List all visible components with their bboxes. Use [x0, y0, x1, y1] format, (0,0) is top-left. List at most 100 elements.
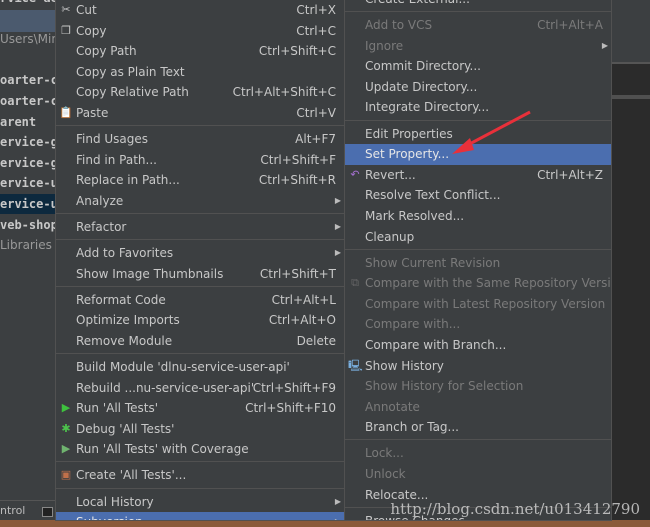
menu-item-find-usages[interactable]: Find Usages Alt+F7: [56, 129, 344, 150]
menu-item-compare-with-branch[interactable]: Compare with Branch...: [345, 335, 611, 356]
menu-item-label: Run 'All Tests': [76, 401, 158, 416]
menu-item-label: Replace in Path...: [76, 173, 180, 188]
menu-item-copy-path[interactable]: Copy Path Ctrl+Shift+C: [56, 41, 344, 62]
tree-node[interactable]: ervice-go: [0, 153, 56, 173]
menu-item-revert[interactable]: ↶ Revert... Ctrl+Alt+Z: [345, 165, 611, 186]
tree-node[interactable]: Libraries: [0, 235, 56, 255]
submenu-arrow-icon: ▶: [334, 496, 341, 506]
menu-item-local-history[interactable]: Local History ▶: [56, 492, 344, 513]
menu-item-create-external[interactable]: Create External...: [345, 0, 611, 10]
tree-node[interactable]: arent: [0, 112, 56, 132]
menu-item-label: Debug 'All Tests': [76, 421, 175, 436]
tree-node[interactable]: rvice-ae: [0, 0, 56, 8]
menu-item-optimize-imports[interactable]: Optimize Imports Ctrl+Alt+O: [56, 310, 344, 331]
menu-item-label: Copy: [76, 23, 107, 38]
menu-item-show-current-revision[interactable]: Show Current Revision: [345, 253, 611, 274]
menu-item-debug-all-tests[interactable]: ✱ Debug 'All Tests': [56, 419, 344, 440]
menu-item-ignore[interactable]: Ignore ▶: [345, 36, 611, 57]
menu-item-run-all-tests[interactable]: ▶ Run 'All Tests' Ctrl+Shift+F10: [56, 398, 344, 419]
submenu-arrow-icon: ▶: [335, 512, 341, 520]
menu-item-copy-as-plain-text[interactable]: Copy as Plain Text: [56, 62, 344, 83]
tree-node[interactable]: oarter-cor: [0, 91, 56, 111]
menu-item-label: Update Directory...: [365, 79, 478, 94]
menu-item-set-property[interactable]: Set Property...: [345, 144, 611, 165]
menu-item-reformat-code[interactable]: Reformat Code Ctrl+Alt+L: [56, 290, 344, 311]
menu-item-copy-relative-path[interactable]: Copy Relative Path Ctrl+Alt+Shift+C: [56, 82, 344, 103]
tree-node[interactable]: ervice-go: [0, 132, 56, 152]
tree-node[interactable]: veb-shop: [0, 215, 56, 235]
menu-item-label: Analyze: [76, 193, 124, 208]
menu-item-label: Create 'All Tests'...: [76, 468, 187, 483]
paste-icon: 📋: [59, 105, 73, 119]
menu-item-refactor[interactable]: Refactor ▶: [56, 217, 344, 238]
menu-item-show-history[interactable]: 🖳 Show History: [345, 356, 611, 377]
menu-item-lock[interactable]: Lock...: [345, 443, 611, 464]
menu-item-label: Find Usages: [76, 132, 149, 147]
menu-item-replace-in-path[interactable]: Replace in Path... Ctrl+Shift+R: [56, 170, 344, 191]
menu-item-unlock[interactable]: Unlock: [345, 464, 611, 485]
editor-divider: [611, 95, 650, 99]
menu-item-add-to-favorites[interactable]: Add to Favorites ▶: [56, 243, 344, 264]
menu-item-integrate-directory[interactable]: Integrate Directory...: [345, 97, 611, 118]
menu-item-label: Unlock: [365, 467, 406, 482]
menu-item-branch-or-tag[interactable]: Branch or Tag...: [345, 417, 611, 438]
menu-item-label: Compare with Latest Repository Version: [365, 296, 606, 311]
menu-item-analyze[interactable]: Analyze ▶: [56, 191, 344, 212]
menu-item-copy[interactable]: ❐ Copy Ctrl+C: [56, 21, 344, 42]
menu-item-label: Add to VCS: [365, 18, 433, 33]
menu-item-edit-properties[interactable]: Edit Properties: [345, 124, 611, 145]
tree-node[interactable]: oarter-cor: [0, 70, 56, 90]
menu-item-label: Show Current Revision: [365, 255, 501, 270]
tree-node[interactable]: Users\Ming: [0, 29, 56, 49]
menu-item-add-to-vcs[interactable]: Add to VCS Ctrl+Alt+A: [345, 15, 611, 36]
menu-item-rebuild-nu-service-user-api[interactable]: Rebuild ...nu-service-user-api' Ctrl+Shif…: [56, 378, 344, 399]
menu-item-mark-resolved[interactable]: Mark Resolved...: [345, 206, 611, 227]
menu-item-annotate[interactable]: Annotate: [345, 397, 611, 418]
menu-item-update-directory[interactable]: Update Directory...: [345, 77, 611, 98]
submenu-arrow-icon: ▶: [334, 248, 341, 258]
menu-item-label: Compare with Branch...: [365, 338, 507, 352]
menu-item-label: Show History: [365, 358, 444, 373]
menu-item-label: Optimize Imports: [76, 313, 180, 328]
menu-item-label: Show Image Thumbnails: [76, 266, 224, 281]
menu-item-compare-with[interactable]: Compare with...: [345, 314, 611, 335]
menu-item-shortcut: Ctrl+V: [296, 105, 336, 120]
project-tree[interactable]: rvice-ae▾Users\Mingoarter-coroarter-cora…: [0, 0, 56, 505]
menu-item-find-in-path[interactable]: Find in Path... Ctrl+Shift+F: [56, 150, 344, 171]
menu-item-remove-module[interactable]: Remove Module Delete: [56, 331, 344, 352]
menu-item-shortcut: Ctrl+Alt+Shift+C: [232, 85, 336, 100]
menu-item-paste[interactable]: 📋 Paste Ctrl+V: [56, 103, 344, 124]
tree-node[interactable]: [0, 50, 56, 70]
menu-item-label: Refactor: [76, 219, 127, 234]
menu-item-label: Copy Relative Path: [76, 85, 189, 100]
run-icon: ▶: [61, 401, 71, 415]
menu-item-label: Resolve Text Conflict...: [365, 188, 501, 203]
menu-item-label: Copy Path: [76, 44, 137, 59]
copy-icon: ❐: [61, 23, 71, 37]
tree-node[interactable]: ervice-us: [0, 194, 56, 214]
coverage-icon: ▶: [61, 442, 71, 456]
scissors-icon: ✂: [61, 3, 71, 16]
menu-item-label: Cut: [76, 3, 97, 17]
menu-item-label: Rebuild ...nu-service-user-api': [76, 380, 255, 395]
menu-item-commit-directory[interactable]: Commit Directory...: [345, 56, 611, 77]
watermark: http://blog.csdn.net/u013412790: [390, 500, 640, 518]
menu-item-compare-with-latest-repository-version[interactable]: Compare with Latest Repository Version: [345, 294, 611, 315]
menu-item-label: Local History: [76, 494, 154, 509]
menu-item-subversion[interactable]: Subversion ▶: [56, 512, 344, 520]
menu-item-label: Lock...: [365, 446, 404, 461]
menu-item-cut[interactable]: ✂ Cut Ctrl+X: [56, 0, 344, 21]
menu-item-show-history-for-selection[interactable]: Show History for Selection: [345, 376, 611, 397]
menu-item-label: Find in Path...: [76, 152, 157, 167]
menu-item-run-all-tests-with-coverage[interactable]: ▶ Run 'All Tests' with Coverage: [56, 439, 344, 460]
tree-node[interactable]: ervice-us: [0, 173, 56, 193]
menu-item-resolve-text-conflict[interactable]: Resolve Text Conflict...: [345, 185, 611, 206]
terminal-icon[interactable]: [42, 507, 53, 517]
menu-item-compare-with-the-same-repository-version[interactable]: ⧉ Compare with the Same Repository Versio…: [345, 273, 611, 294]
menu-item-cleanup[interactable]: Cleanup: [345, 227, 611, 248]
menu-item-create-all-tests[interactable]: ▣ Create 'All Tests'...: [56, 465, 344, 486]
project-view-dropdown[interactable]: [0, 10, 56, 32]
create-test-icon: ▣: [60, 468, 72, 482]
menu-item-build-module-dlnu-service-user-api[interactable]: Build Module 'dlnu-service-user-api': [56, 357, 344, 378]
menu-item-show-image-thumbnails[interactable]: Show Image Thumbnails Ctrl+Shift+T: [56, 264, 344, 285]
